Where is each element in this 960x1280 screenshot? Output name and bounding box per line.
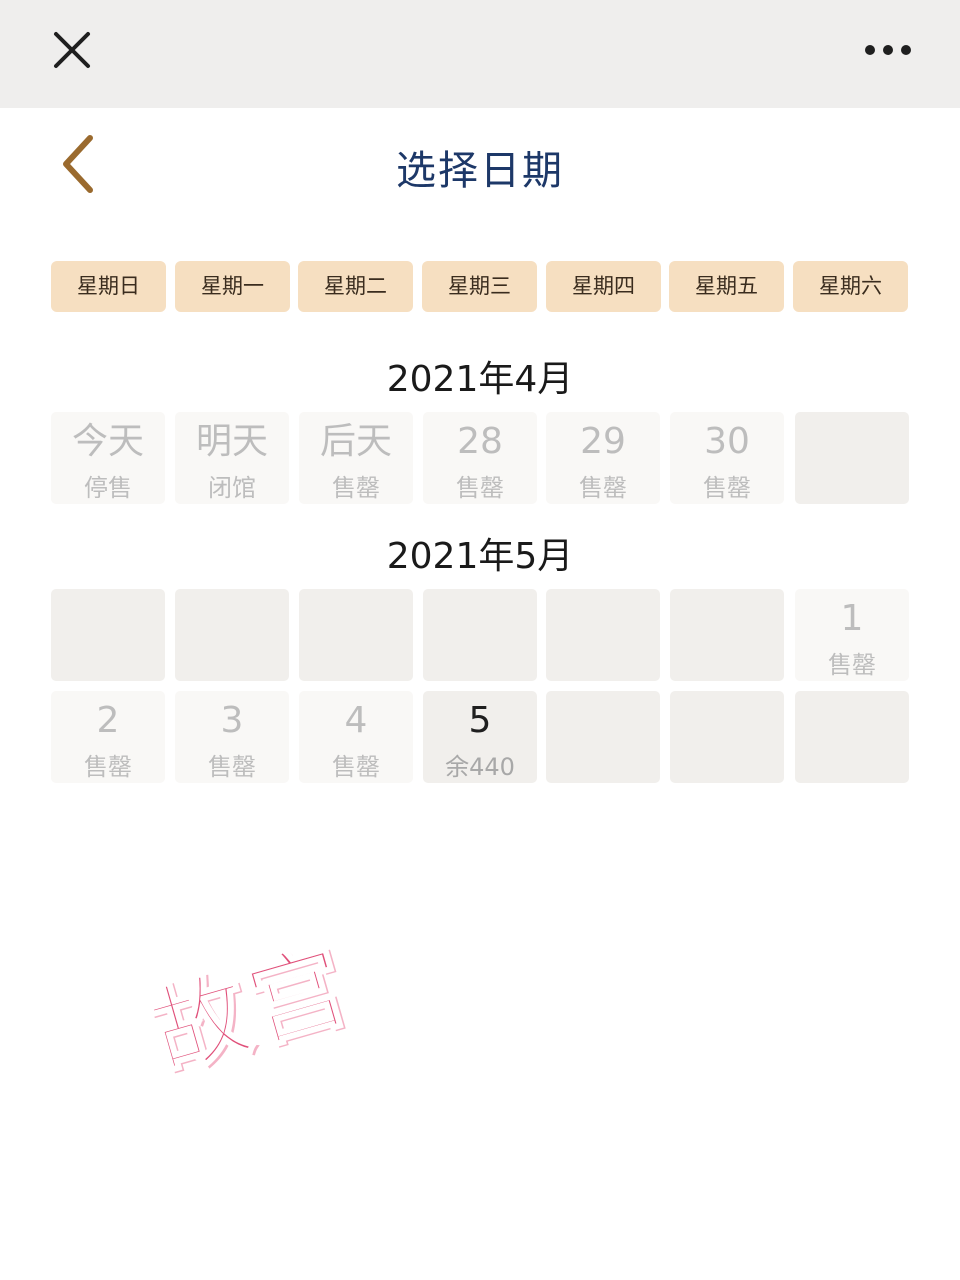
day-status: 售罄 xyxy=(703,474,751,502)
day-number: 3 xyxy=(220,700,244,741)
day-number: 后天 xyxy=(319,421,392,462)
day-cell: 4 售罄 xyxy=(299,691,413,783)
day-cell: 1 售罄 xyxy=(795,589,909,681)
day-number: 4 xyxy=(344,700,368,741)
weekday-sun: 星期日 xyxy=(51,261,166,312)
day-cell: 明天 闭馆 xyxy=(175,412,289,504)
empty-day-cell xyxy=(795,412,909,504)
empty-day-cell xyxy=(670,589,784,681)
weekday-mon: 星期一 xyxy=(175,261,290,312)
day-status: 售罄 xyxy=(828,651,876,679)
day-number: 28 xyxy=(457,421,503,462)
day-cell-available[interactable]: 5 余440 xyxy=(423,691,537,783)
day-number: 今天 xyxy=(71,421,144,462)
day-number: 明天 xyxy=(195,421,268,462)
page-title: 选择日期 xyxy=(396,148,564,194)
weekday-header: 星期日 星期一 星期二 星期三 星期四 星期五 星期六 xyxy=(51,261,909,312)
empty-day-cell xyxy=(795,691,909,783)
top-bar xyxy=(0,0,960,108)
weekday-wed: 星期三 xyxy=(422,261,537,312)
empty-day-cell xyxy=(299,589,413,681)
month-title-april: 2021年4月 xyxy=(386,359,574,400)
day-number: 5 xyxy=(468,700,492,741)
day-status: 售罄 xyxy=(332,753,380,781)
day-number: 2 xyxy=(96,700,120,741)
more-icon[interactable] xyxy=(862,38,914,62)
day-number: 1 xyxy=(840,598,864,639)
day-remaining: 余440 xyxy=(445,753,515,781)
day-number: 29 xyxy=(580,421,626,462)
empty-day-cell xyxy=(51,589,165,681)
close-icon[interactable] xyxy=(50,28,94,72)
day-status: 售罄 xyxy=(332,474,380,502)
day-cell: 后天 售罄 xyxy=(299,412,413,504)
weekday-tue: 星期二 xyxy=(298,261,413,312)
day-status: 售罄 xyxy=(579,474,627,502)
empty-day-cell xyxy=(423,589,537,681)
day-status: 售罄 xyxy=(84,753,132,781)
weekday-sat: 星期六 xyxy=(793,261,908,312)
day-status: 停售 xyxy=(84,474,132,502)
day-cell: 29 售罄 xyxy=(546,412,660,504)
watermark-stamp: 故宫 xyxy=(138,926,364,1092)
empty-day-cell xyxy=(546,589,660,681)
empty-day-cell xyxy=(175,589,289,681)
weekday-fri: 星期五 xyxy=(669,261,784,312)
day-cell: 3 售罄 xyxy=(175,691,289,783)
day-cell: 今天 停售 xyxy=(51,412,165,504)
weekday-thu: 星期四 xyxy=(546,261,661,312)
empty-day-cell xyxy=(546,691,660,783)
day-cell: 30 售罄 xyxy=(670,412,784,504)
day-cell: 28 售罄 xyxy=(423,412,537,504)
day-cell: 2 售罄 xyxy=(51,691,165,783)
day-status: 售罄 xyxy=(208,753,256,781)
day-status: 售罄 xyxy=(456,474,504,502)
empty-day-cell xyxy=(670,691,784,783)
page-header: 选择日期 xyxy=(0,108,960,208)
month-title-may: 2021年5月 xyxy=(386,536,574,577)
day-status: 闭馆 xyxy=(208,474,256,502)
day-number: 30 xyxy=(704,421,750,462)
